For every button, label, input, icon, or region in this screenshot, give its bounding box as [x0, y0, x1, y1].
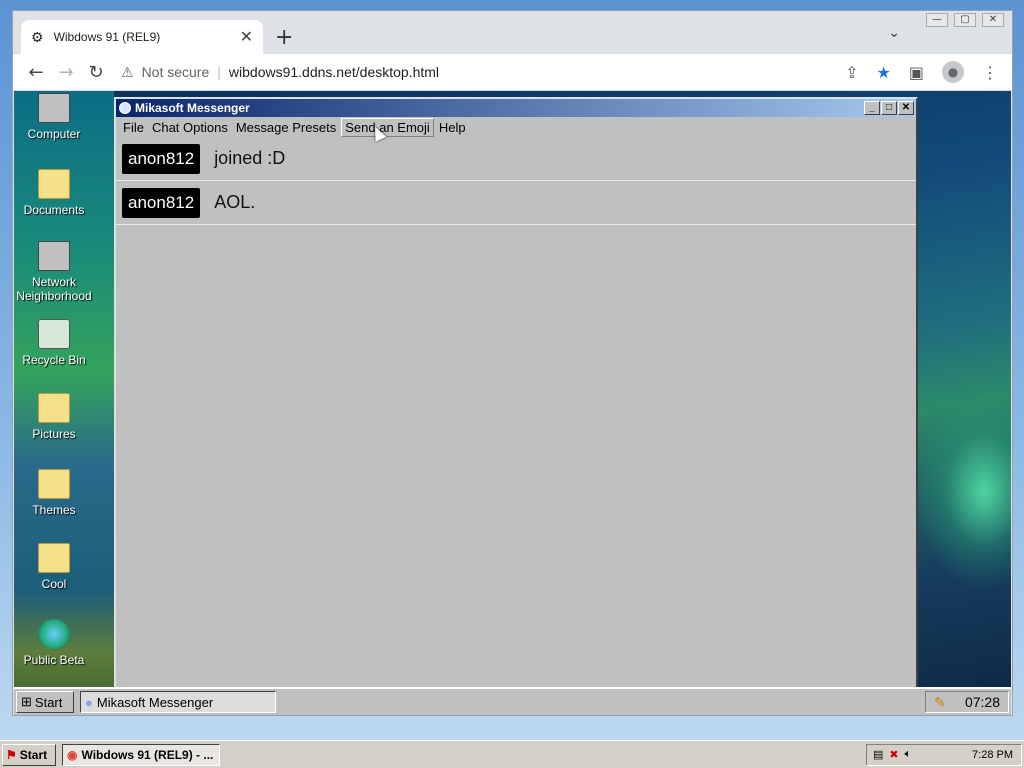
- host-system-tray: ▤ ✖ 🔈︎ 7:28 PM: [866, 743, 1022, 766]
- desktop-icon-label: Documents: [23, 203, 85, 217]
- message-username: anon812: [122, 143, 201, 174]
- messenger-app-icon: [119, 102, 131, 114]
- network-tray-icon[interactable]: ▤: [873, 748, 883, 761]
- message-username: anon812: [122, 187, 201, 218]
- window-controls: — ▢ ✕: [926, 13, 1004, 27]
- host-task-browser[interactable]: ◉ Wibdows 91 (REL9) - ...: [62, 743, 220, 766]
- desktop-icon-network[interactable]: Network Neighborhood: [14, 241, 96, 303]
- host-taskbar: ⚑ Start ◉ Wibdows 91 (REL9) - ... ▤ ✖ 🔈︎…: [0, 740, 1024, 768]
- chat-message: anon812 AOL.: [116, 181, 916, 225]
- tab-title: Wibdows 91 (REL9): [53, 30, 161, 44]
- desktop-icon-label: Themes: [32, 503, 76, 517]
- desktop-icon-public-beta[interactable]: Public Beta: [14, 619, 94, 667]
- w91-start-button[interactable]: ⊞ Start: [16, 691, 74, 713]
- messenger-titlebar[interactable]: Mikasoft Messenger _ □ ✕: [116, 99, 916, 117]
- window-close-button[interactable]: ✕: [982, 13, 1004, 27]
- desktop-icon-computer[interactable]: Computer: [14, 93, 94, 141]
- desktop-icon-recycle-bin[interactable]: Recycle Bin: [14, 319, 94, 367]
- network-icon: [38, 241, 70, 271]
- tab-close-icon[interactable]: ✕: [240, 27, 253, 47]
- menu-file[interactable]: File: [120, 119, 147, 136]
- w91-system-tray: ✎ 07:28: [925, 691, 1009, 713]
- url-text: wibdows91.ddns.net/desktop.html: [228, 64, 440, 80]
- desktop-icon-documents[interactable]: Documents: [14, 169, 94, 217]
- desktop-icon-label: Network Neighborhood: [16, 275, 92, 303]
- recycle-bin-icon: [38, 319, 70, 349]
- desktop-icon-label: Pictures: [32, 427, 76, 441]
- maximize-button[interactable]: □: [881, 101, 897, 115]
- security-tray-icon[interactable]: ✖: [889, 748, 898, 761]
- windows-logo-icon: ⊞: [21, 694, 32, 709]
- messenger-title: Mikasoft Messenger: [135, 101, 250, 115]
- messenger-window: Mikasoft Messenger _ □ ✕ File Chat Optio…: [114, 97, 918, 715]
- desktop-icon-label: Computer: [27, 127, 81, 141]
- desktop-icon-label: Cool: [41, 577, 67, 591]
- chrome-icon: ◉: [67, 747, 78, 762]
- desktop-icon-label: Recycle Bin: [22, 353, 86, 367]
- w91-clock: 07:28: [964, 694, 1000, 710]
- messenger-window-controls: _ □ ✕: [864, 101, 914, 115]
- browser-tab[interactable]: ⚙ Wibdows 91 (REL9) ✕: [21, 20, 263, 54]
- desktop-icon-themes[interactable]: Themes: [14, 469, 94, 517]
- tab-search-icon[interactable]: ⌄: [888, 25, 900, 41]
- close-button[interactable]: ✕: [898, 101, 914, 115]
- browser-toolbar: ← → ↻ ⚠ Not secure | wibdows91.ddns.net/…: [13, 54, 1012, 91]
- share-icon[interactable]: ⇪: [845, 63, 858, 82]
- chat-message: anon812 joined :D: [116, 137, 916, 181]
- minimize-button[interactable]: _: [864, 101, 880, 115]
- address-bar[interactable]: ⚠ Not secure | wibdows91.ddns.net/deskto…: [121, 64, 439, 81]
- tab-strip: ⚙ Wibdows 91 (REL9) ✕ + ⌄ — ▢ ✕: [13, 11, 1012, 54]
- warning-icon: ⚠: [121, 63, 134, 80]
- desktop-icon-label: Public Beta: [23, 653, 85, 667]
- folder-icon: [38, 543, 70, 573]
- host-start-button[interactable]: ⚑ Start: [2, 743, 56, 766]
- bookmark-star-icon[interactable]: ★: [877, 63, 891, 82]
- host-clock: 7:28 PM: [972, 748, 1013, 761]
- wallpaper-aurora: [914, 391, 1011, 591]
- globe-icon: [38, 619, 70, 649]
- window-maximize-button[interactable]: ▢: [954, 13, 976, 27]
- toolbar-actions: ⇪ ★ ▣ ● ⋮: [845, 61, 998, 83]
- folder-icon: [38, 469, 70, 499]
- back-arrow-icon[interactable]: ←: [21, 62, 51, 83]
- side-panel-icon[interactable]: ▣: [909, 63, 924, 82]
- windows-flag-icon: ⚑: [6, 747, 17, 762]
- w91-taskbar: ⊞ Start ● Mikasoft Messenger ✎ 07:28: [14, 687, 1011, 715]
- computer-icon: [38, 93, 70, 123]
- tray-pen-icon[interactable]: ✎: [934, 694, 946, 711]
- w91-desktop: Computer Documents Network Neighborhood …: [14, 91, 1011, 715]
- url-separator: |: [217, 64, 221, 80]
- w91-start-label: Start: [34, 694, 63, 710]
- forward-arrow-icon[interactable]: →: [51, 62, 81, 83]
- volume-icon[interactable]: 🔈︎: [905, 748, 912, 761]
- menu-help[interactable]: Help: [436, 119, 469, 136]
- favicon-icon: ⚙: [31, 28, 44, 45]
- folder-icon: [38, 169, 70, 199]
- window-minimize-button[interactable]: —: [926, 13, 948, 27]
- menu-chat-options[interactable]: Chat Options: [149, 119, 231, 136]
- w91-task-label: Mikasoft Messenger: [96, 694, 214, 710]
- menu-message-presets[interactable]: Message Presets: [233, 119, 339, 136]
- folder-icon: [38, 393, 70, 423]
- menu-kebab-icon[interactable]: ⋮: [982, 63, 998, 82]
- browser-window: ⚙ Wibdows 91 (REL9) ✕ + ⌄ — ▢ ✕ ← → ↻ ⚠ …: [12, 10, 1013, 716]
- messenger-menubar: File Chat Options Message Presets Send a…: [116, 117, 916, 137]
- desktop-icon-pictures[interactable]: Pictures: [14, 393, 94, 441]
- host-start-label: Start: [19, 747, 48, 762]
- new-tab-button[interactable]: +: [275, 25, 293, 50]
- messenger-task-icon: ●: [85, 694, 93, 710]
- reload-icon[interactable]: ↻: [81, 62, 111, 83]
- security-label: Not secure: [141, 64, 210, 80]
- message-text: AOL.: [214, 192, 256, 212]
- host-task-label: Wibdows 91 (REL9) - ...: [81, 747, 214, 762]
- w91-task-messenger[interactable]: ● Mikasoft Messenger: [80, 691, 276, 713]
- desktop-icon-cool[interactable]: Cool: [14, 543, 94, 591]
- message-text: joined :D: [214, 148, 286, 168]
- menu-send-an-emoji[interactable]: Send an Emoji: [341, 117, 434, 137]
- profile-avatar-icon[interactable]: ●: [942, 61, 964, 83]
